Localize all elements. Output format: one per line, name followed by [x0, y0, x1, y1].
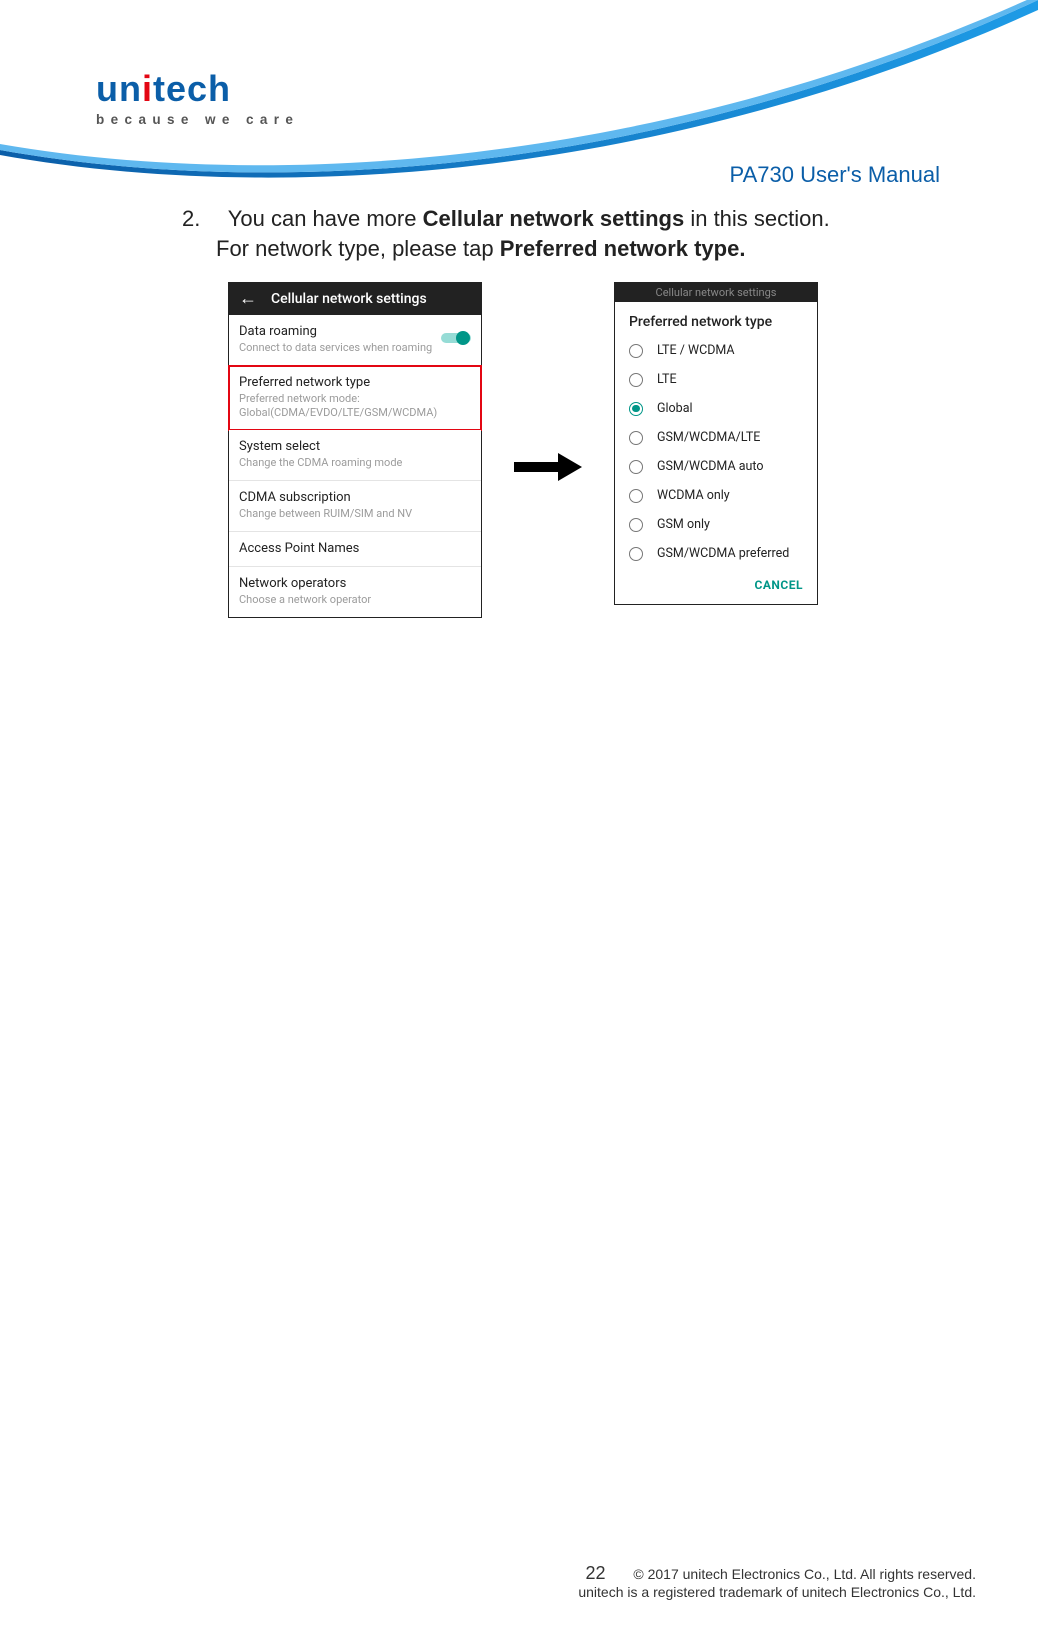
page-number: 22: [585, 1563, 605, 1584]
footer-line2: unitech is a registered trademark of uni…: [578, 1584, 976, 1600]
opt-label: GSM/WCDMA preferred: [657, 546, 789, 561]
page-footer: 22 © 2017 unitech Electronics Co., Ltd. …: [0, 1563, 976, 1600]
back-arrow-icon[interactable]: ←: [239, 290, 257, 308]
step-number: 2.: [182, 204, 222, 234]
settings-titlebar: ← Cellular network settings: [229, 283, 481, 315]
row-title: Access Point Names: [239, 541, 471, 556]
row-title: CDMA subscription: [239, 490, 471, 505]
radio-icon: [629, 547, 643, 561]
row-apn[interactable]: Access Point Names: [229, 532, 481, 567]
brand-dot: i: [142, 68, 153, 109]
opt-label: GSM only: [657, 517, 710, 532]
step-text-1b: Cellular network settings: [423, 206, 685, 231]
opt-label: GSM/WCDMA/LTE: [657, 430, 760, 445]
row-sub: Choose a network operator: [239, 593, 471, 607]
opt-gsm-wcdma-auto[interactable]: GSM/WCDMA auto: [615, 452, 817, 481]
brand-logo: unitech because we care: [96, 68, 299, 127]
step-text-2b: Preferred network type.: [500, 236, 746, 261]
brand-suffix: tech: [153, 68, 231, 109]
row-title: Preferred network type: [239, 375, 471, 390]
opt-label: LTE: [657, 372, 677, 387]
step-text-1c: in this section.: [684, 206, 830, 231]
step-text-2a: For network type, please tap: [216, 236, 500, 261]
preferred-network-dialog: Cellular network settings Preferred netw…: [614, 282, 818, 605]
cellular-settings-screenshot: ← Cellular network settings Data roaming…: [228, 282, 482, 618]
radio-icon: [629, 489, 643, 503]
row-preferred-network-type[interactable]: Preferred network type Preferred network…: [229, 366, 481, 431]
row-cdma-subscription[interactable]: CDMA subscription Change between RUIM/SI…: [229, 481, 481, 532]
radio-icon: [629, 431, 643, 445]
opt-lte-wcdma[interactable]: LTE / WCDMA: [615, 336, 817, 365]
row-network-operators[interactable]: Network operators Choose a network opera…: [229, 567, 481, 617]
radio-icon-selected: [629, 402, 643, 416]
opt-label: Global: [657, 401, 693, 416]
data-roaming-toggle[interactable]: [441, 330, 471, 350]
screenshots-row: ← Cellular network settings Data roaming…: [228, 282, 928, 618]
row-sub: Change the CDMA roaming mode: [239, 456, 471, 470]
radio-icon: [629, 460, 643, 474]
row-data-roaming[interactable]: Data roaming Connect to data services wh…: [229, 315, 481, 366]
cancel-button[interactable]: CANCEL: [615, 568, 817, 604]
row-system-select[interactable]: System select Change the CDMA roaming mo…: [229, 430, 481, 481]
row-sub: Change between RUIM/SIM and NV: [239, 507, 471, 521]
opt-gsm-wcdma-lte[interactable]: GSM/WCDMA/LTE: [615, 423, 817, 452]
settings-title: Cellular network settings: [271, 291, 427, 307]
radio-icon: [629, 344, 643, 358]
instruction-step: 2. You can have more Cellular network se…: [182, 204, 934, 263]
opt-label: GSM/WCDMA auto: [657, 459, 764, 474]
opt-global[interactable]: Global: [615, 394, 817, 423]
opt-lte[interactable]: LTE: [615, 365, 817, 394]
step-text-1a: You can have more: [228, 206, 423, 231]
radio-icon: [629, 518, 643, 532]
radio-icon: [629, 373, 643, 387]
row-sub: Connect to data services when roaming: [239, 341, 471, 355]
opt-label: LTE / WCDMA: [657, 343, 735, 358]
arrow-icon: [514, 453, 582, 486]
row-title: System select: [239, 439, 471, 454]
opt-gsm-wcdma-preferred[interactable]: GSM/WCDMA preferred: [615, 539, 817, 568]
brand-tagline: because we care: [96, 112, 299, 127]
opt-wcdma-only[interactable]: WCDMA only: [615, 481, 817, 510]
row-title: Data roaming: [239, 324, 471, 339]
row-title: Network operators: [239, 576, 471, 591]
dialog-title: Preferred network type: [615, 302, 817, 336]
opt-gsm-only[interactable]: GSM only: [615, 510, 817, 539]
doc-title: PA730 User's Manual: [730, 162, 940, 188]
row-sub: Preferred network mode: Global(CDMA/EVDO…: [239, 392, 471, 420]
opt-label: WCDMA only: [657, 488, 730, 503]
brand-prefix: un: [96, 68, 142, 109]
footer-line1: © 2017 unitech Electronics Co., Ltd. All…: [633, 1566, 976, 1582]
dialog-topstrip: Cellular network settings: [615, 283, 817, 302]
